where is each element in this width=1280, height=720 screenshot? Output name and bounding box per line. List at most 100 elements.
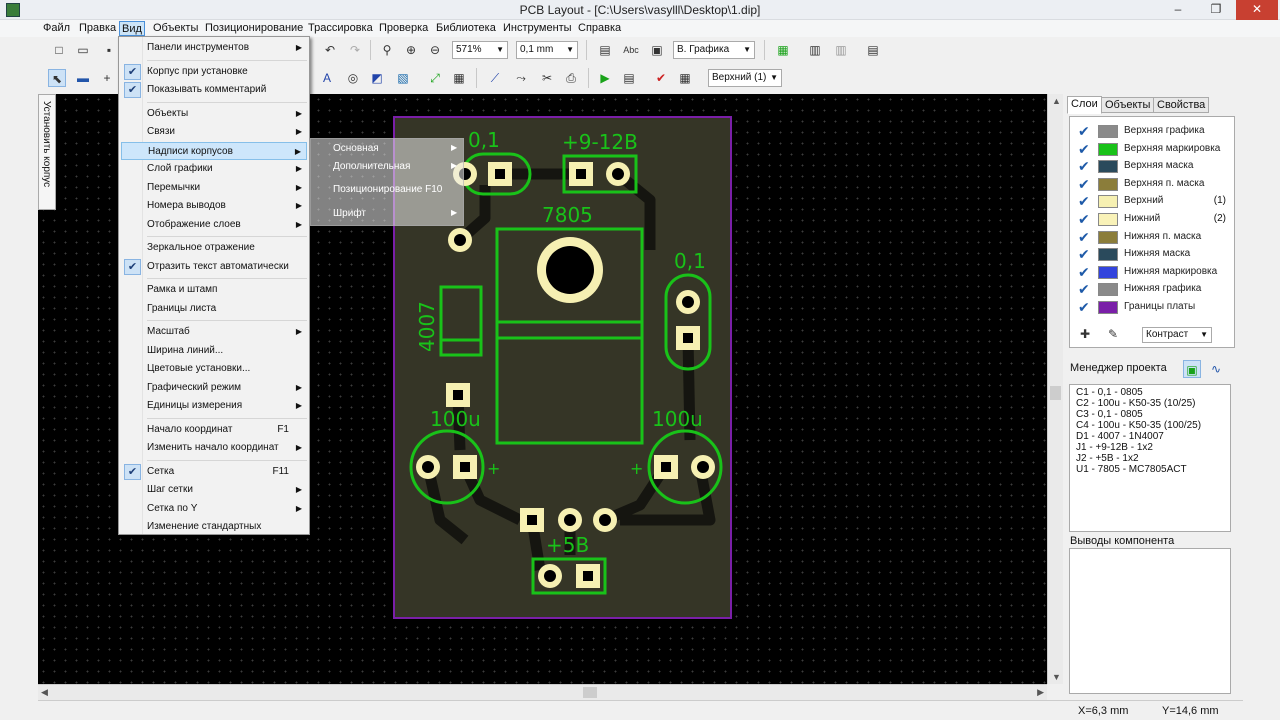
add-layer-icon[interactable]: ✚ bbox=[1076, 325, 1094, 343]
minimize-button[interactable]: – bbox=[1160, 0, 1196, 20]
hscroll-thumb[interactable] bbox=[583, 687, 597, 698]
export-icon[interactable]: ▤ bbox=[864, 41, 882, 59]
close-button[interactable]: ✕ bbox=[1236, 0, 1278, 20]
layer-row[interactable]: ✔ Нижняя маркировка bbox=[1076, 264, 1226, 281]
project-list-item[interactable]: J1 - +9-12В - 1x2 bbox=[1073, 442, 1230, 453]
layer-row[interactable]: ✔ Нижняя графика bbox=[1076, 281, 1226, 298]
submenu-item[interactable]: Основная ▶ bbox=[333, 143, 457, 154]
via-icon[interactable]: ◎ bbox=[344, 69, 362, 87]
maximize-button[interactable]: ❐ bbox=[1198, 0, 1234, 20]
layer-color-swatch[interactable] bbox=[1098, 248, 1118, 262]
polygon-icon[interactable]: ◩ bbox=[368, 69, 386, 87]
layer-row[interactable]: ✔ Верхняя п. маска bbox=[1076, 176, 1226, 193]
graphics-layer-select[interactable]: В. Графика ▼ bbox=[673, 41, 755, 59]
menu-view[interactable]: Вид bbox=[119, 21, 145, 36]
view-menu-item[interactable]: Масштаб ▶ bbox=[121, 323, 307, 341]
layer-row[interactable]: ✔ Нижний (2) bbox=[1076, 211, 1226, 228]
view-menu-item[interactable]: Слой графики ▶ bbox=[121, 160, 307, 178]
undo-icon[interactable]: ↶ bbox=[321, 41, 339, 59]
view-menu-item[interactable]: Ширина линий... bbox=[121, 342, 307, 360]
view-menu-item[interactable]: Границы листа bbox=[121, 300, 307, 318]
add-icon[interactable]: + bbox=[98, 69, 116, 87]
measure-icon[interactable]: ⤢ bbox=[426, 69, 444, 87]
checkbox-icon[interactable]: ✔ bbox=[1078, 176, 1090, 192]
view-menu-item[interactable]: Изменить начало координат ▶ bbox=[121, 439, 307, 457]
menu-check[interactable]: Проверка bbox=[377, 21, 430, 36]
submenu-item[interactable]: Позиционирование F10 bbox=[333, 184, 442, 195]
pad-icon[interactable]: ▬ bbox=[74, 69, 92, 87]
scroll-up-icon[interactable]: ▲ bbox=[1052, 96, 1061, 106]
checkbox-icon[interactable]: ✔ bbox=[1078, 158, 1090, 174]
layer-row[interactable]: ✔ Нижняя п. маска bbox=[1076, 229, 1226, 246]
zoom-out-icon[interactable]: ⊖ bbox=[426, 41, 444, 59]
view-menu-item[interactable]: Цветовые установки... bbox=[121, 360, 307, 378]
vertical-scrollbar[interactable]: ▲ ▼ bbox=[1047, 94, 1063, 684]
zoom-icon[interactable]: ⚲ bbox=[378, 41, 396, 59]
checkbox-icon[interactable]: ✔ bbox=[1078, 123, 1090, 139]
component-icon[interactable]: ▤ bbox=[596, 41, 614, 59]
scroll-right-icon[interactable]: ▶ bbox=[1037, 687, 1044, 698]
view-menu-item[interactable]: Перемычки ▶ bbox=[121, 179, 307, 197]
zoom-select[interactable]: 571% ▼ bbox=[452, 41, 508, 59]
project-list-item[interactable]: D1 - 4007 - 1N4007 bbox=[1073, 431, 1230, 442]
contrast-select[interactable]: Контраст ▼ bbox=[1142, 327, 1212, 343]
layer-row[interactable]: ✔ Верхняя графика bbox=[1076, 123, 1226, 140]
checkbox-icon[interactable]: ✔ bbox=[1078, 246, 1090, 262]
view-menu-item[interactable]: Шаг сетки ▶ bbox=[121, 481, 307, 499]
layer-color-swatch[interactable] bbox=[1098, 195, 1118, 209]
layer-row[interactable]: ✔ Верхний (1) bbox=[1076, 193, 1226, 210]
menu-edit[interactable]: Правка bbox=[77, 21, 118, 36]
layer-row[interactable]: ✔ Верхняя маска bbox=[1076, 158, 1226, 175]
tab-objects[interactable]: Объекты bbox=[1101, 97, 1155, 113]
view-menu-item[interactable]: Графический режим ▶ bbox=[121, 379, 307, 397]
view-menu-item[interactable]: Начало координат F1 bbox=[121, 421, 307, 439]
view-menu-item[interactable]: Сетка по Y ▶ bbox=[121, 500, 307, 518]
open-folder-icon[interactable]: ▭ bbox=[74, 41, 92, 59]
project-list-item[interactable]: C4 - 100u - K50-35 (100/25) bbox=[1073, 420, 1230, 431]
image-icon[interactable]: ▣ bbox=[648, 41, 666, 59]
route-icon[interactable]: ⟋ bbox=[486, 69, 504, 87]
layer-color-swatch[interactable] bbox=[1098, 265, 1118, 279]
menu-file[interactable]: Файл bbox=[41, 21, 72, 36]
autoroute-icon[interactable]: ⤳ bbox=[512, 69, 530, 87]
tab-properties[interactable]: Свойства bbox=[1153, 97, 1210, 113]
view-menu-item[interactable]: Панели инструментов ▶ bbox=[121, 39, 307, 57]
layer-select[interactable]: Верхний (1) ▼ bbox=[708, 69, 782, 87]
nets-view-icon[interactable]: ∿ bbox=[1207, 360, 1225, 378]
fill-icon[interactable]: ▥ bbox=[806, 41, 824, 59]
view-menu-item[interactable]: ✔ Корпус при установке bbox=[121, 63, 307, 81]
zone-icon[interactable]: ▧ bbox=[394, 69, 412, 87]
checkbox-icon[interactable]: ✔ bbox=[1078, 211, 1090, 227]
layer-row[interactable]: ✔ Границы платы bbox=[1076, 299, 1226, 316]
layer-color-swatch[interactable] bbox=[1098, 142, 1118, 156]
horizontal-scrollbar[interactable]: ◀ ▶ bbox=[38, 684, 1047, 700]
new-file-icon[interactable]: □ bbox=[50, 41, 68, 59]
layer-color-swatch[interactable] bbox=[1098, 230, 1118, 244]
run-icon[interactable]: ▶ bbox=[596, 69, 614, 87]
scroll-left-icon[interactable]: ◀ bbox=[41, 687, 48, 698]
view-menu-item[interactable]: Объекты ▶ bbox=[121, 105, 307, 123]
print-icon[interactable]: ⎙ bbox=[562, 69, 580, 87]
layer-color-swatch[interactable] bbox=[1098, 160, 1118, 174]
view-menu-item[interactable]: Рамка и штамп bbox=[121, 281, 307, 299]
drc-icon[interactable]: ✔ bbox=[652, 69, 670, 87]
project-list-item[interactable]: U1 - 7805 - MC7805ACT bbox=[1073, 464, 1230, 475]
menu-objects[interactable]: Объекты bbox=[151, 21, 200, 36]
view-menu-item[interactable]: ✔ Показывать комментарий bbox=[121, 81, 307, 99]
edit-layer-icon[interactable]: ✎ bbox=[1104, 325, 1122, 343]
checkbox-icon[interactable]: ✔ bbox=[1078, 299, 1090, 315]
view-menu-item[interactable]: ✔ Сетка F11 bbox=[121, 463, 307, 481]
view-menu-item[interactable]: Отображение слоев ▶ bbox=[121, 216, 307, 234]
checkbox-icon[interactable]: ✔ bbox=[1078, 281, 1090, 297]
report-icon[interactable]: ▦ bbox=[676, 69, 694, 87]
submenu-item[interactable]: Дополнительная ▶ bbox=[333, 161, 457, 172]
components-view-icon[interactable]: ▣ bbox=[1183, 360, 1201, 378]
view-menu-item[interactable]: Единицы измерения ▶ bbox=[121, 397, 307, 415]
save-icon[interactable]: ▪ bbox=[100, 41, 118, 59]
select-cursor-icon[interactable]: ⬉ bbox=[48, 69, 66, 87]
menu-help[interactable]: Справка bbox=[576, 21, 623, 36]
vscroll-thumb[interactable] bbox=[1050, 386, 1061, 400]
project-list-item[interactable]: C2 - 100u - K50-35 (10/25) bbox=[1073, 398, 1230, 409]
fill-off-icon[interactable]: ▥ bbox=[832, 41, 850, 59]
submenu-item[interactable]: Шрифт ▶ bbox=[333, 208, 457, 219]
